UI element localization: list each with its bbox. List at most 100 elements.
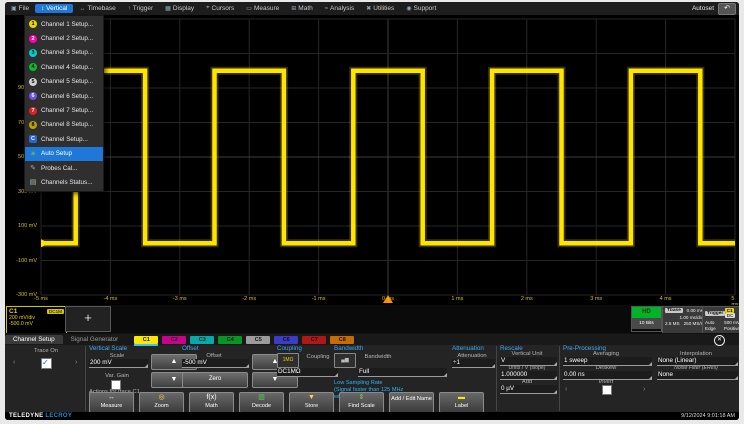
label-button[interactable]: ▬Label <box>439 392 484 413</box>
item-label: Channel 1 Setup... <box>41 21 93 28</box>
undo-autoset-button[interactable]: ↶ <box>718 3 736 15</box>
graticule <box>5 15 739 305</box>
measure-icon: ↔ <box>90 393 133 402</box>
measure-button[interactable]: ↔Measure <box>89 392 134 413</box>
menu-cursors[interactable]: ⌖Cursors <box>200 4 240 13</box>
action-button-label: Find Scale <box>340 402 383 410</box>
channel-chip-c3[interactable]: C3 <box>190 336 214 344</box>
find-scale-button[interactable]: ⇕Find Scale <box>339 392 384 413</box>
item-icon: ✳ <box>29 150 37 158</box>
bandwidth-label: Bandwidth <box>358 354 398 360</box>
menu-label: Support <box>414 5 437 12</box>
invert-next-chevron[interactable]: › <box>643 386 645 393</box>
add-edit-name-button[interactable]: Add / Edit Name <box>389 392 434 413</box>
invert-prev-chevron[interactable]: ‹ <box>565 386 567 393</box>
x-axis-tick: 3 ms <box>590 296 602 302</box>
menu-utilities[interactable]: ✖Utilities <box>360 4 400 13</box>
channel-badge: 7 <box>29 107 37 115</box>
tab-channel-setup[interactable]: Channel Setup <box>5 335 63 344</box>
math-button[interactable]: f(x)Math <box>189 392 234 413</box>
tbase-rate: 250 MS/s <box>684 321 703 326</box>
channel-chip-c6[interactable]: C6 <box>274 336 298 344</box>
next-trace-chevron[interactable]: › <box>75 359 77 366</box>
menu-math[interactable]: ⊞Math <box>285 4 318 13</box>
item-label: Channels Status... <box>41 179 92 186</box>
x-axis-tick: 0 ms <box>382 296 394 302</box>
prev-trace-chevron[interactable]: ‹ <box>13 359 15 366</box>
oscilloscope-window: ▣File↕Vertical↔Timebase↑Trigger▦Display⌖… <box>5 2 739 420</box>
status-bar: TELEDYNE LECROY 9/12/2024 9:01:18 AM <box>5 412 739 420</box>
autoset-button[interactable]: Autoset <box>688 5 718 12</box>
scale-field[interactable]: 200 mV <box>89 359 148 368</box>
menu-label: Cursors <box>212 5 235 12</box>
menu-item-channel-setup[interactable]: CChannel Setup... <box>25 132 103 146</box>
zoom-icon: ◎ <box>140 393 183 402</box>
menu-items: ▣File↕Vertical↔Timebase↑Trigger▦Display⌖… <box>5 4 442 13</box>
menu-item-channel-7-setup[interactable]: 7Channel 7 Setup... <box>25 103 103 117</box>
action-button-label: Store <box>290 402 333 410</box>
menu-label: Vertical <box>46 5 67 12</box>
trigger-box[interactable]: Trigger C1 DC Auto 500 mV Edge Positive <box>702 306 739 334</box>
channel-badge: 3 <box>29 49 37 57</box>
channel-badge: C <box>29 135 37 143</box>
add-field[interactable]: 0 µV <box>500 385 557 394</box>
y-axis-tick: 100 mV <box>5 223 37 229</box>
decode-button[interactable]: ▥Decode <box>239 392 284 413</box>
action-button-label: Add / Edit Name <box>390 393 433 403</box>
menu-vertical[interactable]: ↕Vertical <box>35 4 73 13</box>
cursors-menu-icon: ⌖ <box>206 5 209 12</box>
bandwidth-header: Bandwidth <box>334 345 363 352</box>
add-trace-button[interactable]: + <box>65 306 111 332</box>
channel-chip-c4[interactable]: C4 <box>218 336 242 344</box>
tab-signal-generator[interactable]: Signal Generator <box>63 335 127 344</box>
menu-item-channels-status[interactable]: ▤Channels Status... <box>25 175 103 189</box>
c1-offset: -500.0 mV <box>9 321 64 327</box>
channel-chip-c2[interactable]: C2 <box>162 336 186 344</box>
menu-item-channel-2-setup[interactable]: 2Channel 2 Setup... <box>25 31 103 45</box>
trace-on-checkbox[interactable] <box>41 358 52 369</box>
menu-item-channel-3-setup[interactable]: 3Channel 3 Setup... <box>25 46 103 60</box>
attenuation-field[interactable]: ÷1 <box>452 359 495 368</box>
coupling-field[interactable]: DC1MΩ <box>277 368 338 377</box>
channel-chip-c7[interactable]: C7 <box>302 336 326 344</box>
tbase-samples: 2.5 MS <box>665 321 680 326</box>
trigger-menu-icon: ↑ <box>128 6 131 12</box>
channel-chip-c8[interactable]: C8 <box>330 336 354 344</box>
item-label: Channel 6 Setup... <box>41 93 93 100</box>
attenuation-header: Attenuation <box>452 345 484 352</box>
close-icon[interactable]: ✕ <box>714 335 725 346</box>
hd-acquisition-badge[interactable]: HD 10 Bits <box>631 306 662 332</box>
bandwidth-field[interactable]: Full <box>358 368 447 377</box>
timebase-box[interactable]: Tbase 0.00 ms 1.00 ms/div 2.5 MS 250 MS/… <box>662 306 706 334</box>
menu-item-channel-1-setup[interactable]: 1Channel 1 Setup... <box>25 17 103 31</box>
action-button-label: Math <box>190 402 233 410</box>
menu-item-channel-6-setup[interactable]: 6Channel 6 Setup... <box>25 89 103 103</box>
menu-display[interactable]: ▦Display <box>159 4 200 13</box>
menu-file[interactable]: ▣File <box>5 4 35 13</box>
menu-item-channel-4-setup[interactable]: 4Channel 4 Setup... <box>25 60 103 74</box>
invert-checkbox[interactable] <box>602 385 612 395</box>
bandwidth-icon: ▄▆ <box>334 353 356 368</box>
offset-field[interactable]: -500 mV <box>182 359 249 368</box>
menu-item-probes-cal[interactable]: ✎Probes Cal... <box>25 161 103 175</box>
menu-item-channel-8-setup[interactable]: 8Channel 8 Setup... <box>25 118 103 132</box>
channel-chip-c1[interactable]: C1 <box>134 336 158 344</box>
measure-menu-icon: ▭ <box>246 5 252 12</box>
trigger-level: 500 mV <box>724 320 739 325</box>
menu-analysis[interactable]: ≈Analysis <box>319 4 361 13</box>
noise-filter-field[interactable]: None <box>657 371 738 380</box>
menu-trigger[interactable]: ↑Trigger <box>122 4 159 13</box>
store-button[interactable]: ▼Store <box>289 392 334 413</box>
menu-label: Timebase <box>87 5 115 12</box>
menu-timebase[interactable]: ↔Timebase <box>73 4 121 13</box>
c1-descriptor-box[interactable]: C1 DC1M 200 mV/div -500.0 mV <box>6 306 67 334</box>
menu-support[interactable]: ◉Support <box>400 4 442 13</box>
zero-offset-button[interactable]: Zero <box>182 372 248 388</box>
menu-item-channel-5-setup[interactable]: 5Channel 5 Setup... <box>25 75 103 89</box>
waveform-display[interactable]: 1.3 V1.1 V900 mV700 mV500 mV300 mV100 mV… <box>5 15 739 305</box>
menu-item-auto-setup[interactable]: ✳Auto Setup <box>25 147 103 161</box>
zoom-button[interactable]: ◎Zoom <box>139 392 184 413</box>
coupling-label: Coupling <box>301 354 335 360</box>
menu-measure[interactable]: ▭Measure <box>240 4 285 13</box>
channel-chip-c5[interactable]: C5 <box>246 336 270 344</box>
